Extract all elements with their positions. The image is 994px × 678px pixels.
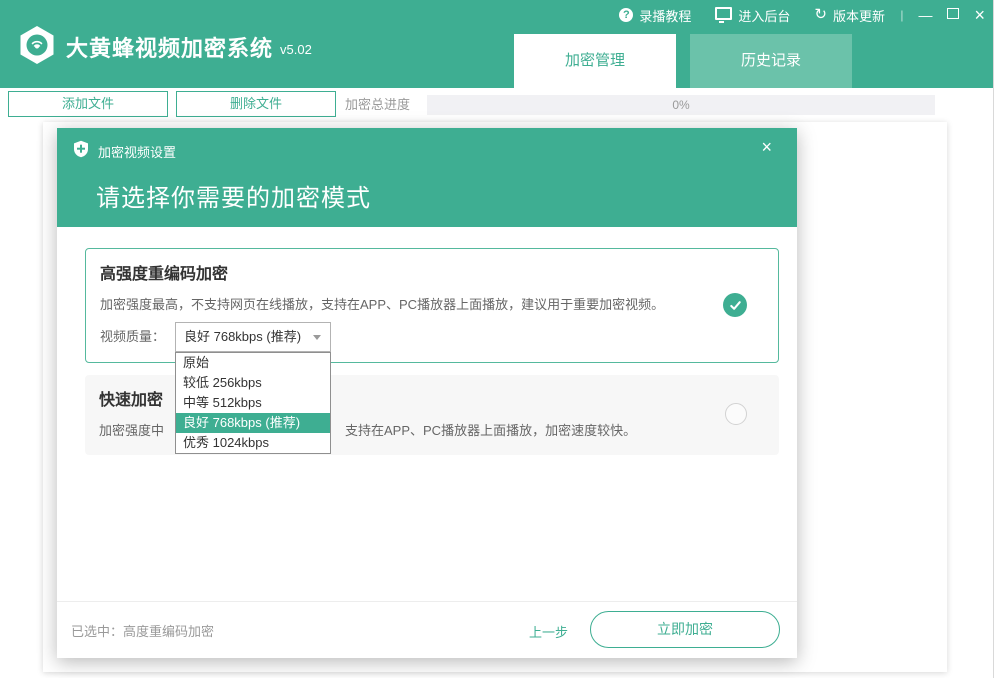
dropdown-option-low[interactable]: 较低 256kbps (176, 373, 330, 393)
maximize-icon (947, 8, 959, 19)
mode-high-description: 加密强度最高，不支持网页在线播放，支持在APP、PC播放器上面播放，建议用于重要… (100, 294, 664, 313)
help-icon: ? (619, 8, 633, 22)
progress-label: 加密总进度 (345, 88, 410, 122)
mode-fast-title: 快速加密 (99, 386, 163, 410)
toolbar: 添加文件 删除文件 加密总进度 0% (0, 88, 993, 122)
dialog-header: 加密视频设置 × 请选择你需要的加密模式 (57, 128, 797, 227)
dropdown-option-medium[interactable]: 中等 512kbps (176, 393, 330, 413)
menu-item-backend[interactable]: 进入后台 (715, 6, 790, 25)
mode-fast-description-suffix: 支持在APP、PC播放器上面播放，加密速度较快。 (345, 420, 636, 439)
app-header: 大黄蜂视频加密系统 v5.02 ? 录播教程 进入后台 ↻ 版本更新 | — × (0, 0, 993, 88)
mode-fast-unselected-radio[interactable] (725, 403, 747, 425)
mode-fast-description-prefix: 加密强度中 (99, 420, 164, 439)
refresh-icon: ↻ (814, 8, 827, 22)
mode-high-selected-radio[interactable] (723, 293, 747, 317)
dropdown-option-good[interactable]: 良好 768kbps (推荐) (176, 413, 330, 433)
close-window-button[interactable]: × (974, 5, 985, 25)
app-title: 大黄蜂视频加密系统 v5.02 (66, 31, 312, 63)
menu-item-label: 录播教程 (639, 6, 691, 25)
tab-encrypt-management[interactable]: 加密管理 (514, 34, 676, 88)
progress-value: 0% (427, 95, 935, 115)
dialog-subtitle: 请选择你需要的加密模式 (96, 178, 371, 213)
dropdown-option-excellent[interactable]: 优秀 1024kbps (176, 433, 330, 453)
app-logo-icon (17, 25, 57, 65)
menu-item-label: 版本更新 (833, 6, 885, 25)
menu-item-label: 进入后台 (738, 6, 790, 25)
tab-history[interactable]: 历史记录 (690, 34, 852, 88)
encrypt-now-button[interactable]: 立即加密 (590, 611, 780, 648)
top-menu: ? 录播教程 进入后台 ↻ 版本更新 (619, 5, 885, 25)
dialog-footer: 已选中：高度重编码加密 上一步 立即加密 (57, 601, 797, 658)
controls-separator: | (900, 8, 903, 22)
selected-mode-status: 已选中：高度重编码加密 (71, 621, 214, 640)
total-progress-bar: 0% (427, 95, 935, 115)
mode-card-high-strength[interactable]: 高强度重编码加密 加密强度最高，不支持网页在线播放，支持在APP、PC播放器上面… (85, 248, 779, 363)
maximize-button[interactable] (947, 5, 959, 25)
mode-high-title: 高强度重编码加密 (100, 260, 228, 284)
chevron-down-icon (313, 335, 321, 340)
add-file-button[interactable]: 添加文件 (8, 91, 168, 117)
video-quality-value: 良好 768kbps (推荐) (184, 329, 301, 344)
delete-file-button[interactable]: 删除文件 (176, 91, 336, 117)
encrypt-settings-dialog: 加密视频设置 × 请选择你需要的加密模式 高强度重编码加密 加密强度最高，不支持… (57, 128, 797, 658)
menu-item-update[interactable]: ↻ 版本更新 (814, 6, 885, 25)
window-controls: | — × (900, 4, 985, 26)
video-quality-label: 视频质量： (100, 322, 165, 352)
app-window: 大黄蜂视频加密系统 v5.02 ? 录播教程 进入后台 ↻ 版本更新 | — × (0, 0, 994, 678)
minimize-button[interactable]: — (918, 5, 932, 25)
shield-plus-icon (72, 140, 90, 158)
dialog-close-button[interactable]: × (761, 137, 772, 157)
menu-item-tutorial[interactable]: ? 录播教程 (619, 6, 691, 25)
app-title-text: 大黄蜂视频加密系统 (66, 36, 273, 61)
video-quality-dropdown: 原始 较低 256kbps 中等 512kbps 良好 768kbps (推荐)… (175, 352, 331, 454)
tab-bar: 加密管理 历史记录 (514, 34, 852, 88)
app-version: v5.02 (280, 42, 312, 57)
previous-step-link[interactable]: 上一步 (529, 622, 568, 641)
monitor-icon (715, 7, 732, 20)
dropdown-option-original[interactable]: 原始 (176, 353, 330, 373)
check-icon (728, 298, 743, 313)
dialog-title: 加密视频设置 (98, 142, 176, 161)
video-quality-select[interactable]: 良好 768kbps (推荐) (175, 322, 331, 352)
